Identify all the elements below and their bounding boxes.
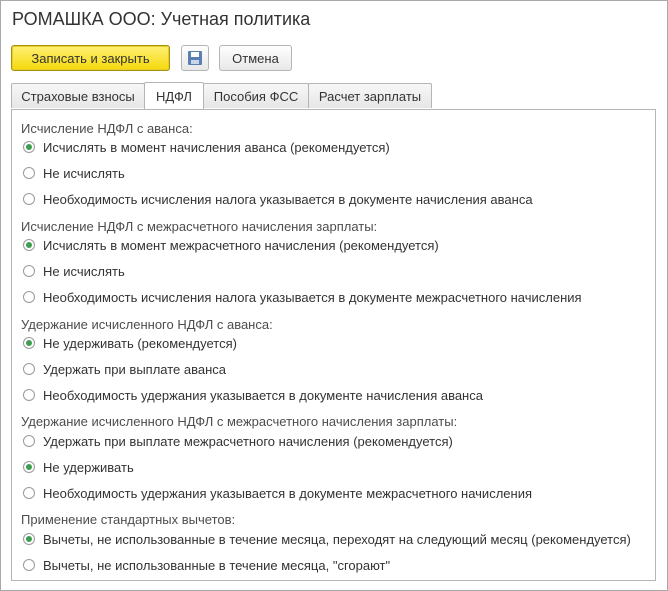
group-label-ndfl-advance-calc: Исчисление НДФЛ с аванса: (21, 121, 193, 136)
radio-option[interactable]: Не исчислять (23, 165, 125, 181)
save-button[interactable] (181, 45, 209, 71)
cancel-button[interactable]: Отмена (219, 45, 292, 71)
radio-option[interactable]: Необходимость удержания указывается в до… (23, 387, 483, 403)
radio-label: Необходимость удержания указывается в до… (43, 485, 532, 501)
radio-label: Вычеты, не использованные в течение меся… (43, 531, 631, 547)
radio-label: Исчислять в момент начисления аванса (ре… (43, 139, 390, 155)
radio-label: Не удерживать (рекомендуется) (43, 335, 237, 351)
tab-fss-benefits[interactable]: Пособия ФСС (203, 83, 309, 108)
radio-label: Не исчислять (43, 263, 125, 279)
tab-ndfl[interactable]: НДФЛ (144, 82, 204, 109)
window-title: РОМАШКА ООО: Учетная политика (12, 9, 311, 29)
radio-label: Необходимость удержания указывается в до… (43, 387, 483, 403)
radio-option[interactable]: Не удерживать (23, 459, 134, 475)
radio-button[interactable] (23, 389, 35, 401)
radio-button[interactable] (23, 533, 35, 545)
group-label-ndfl-interim-calc: Исчисление НДФЛ с межрасчетного начислен… (21, 219, 378, 234)
radio-button[interactable] (23, 559, 35, 571)
radio-label: Удержать при выплате аванса (43, 361, 227, 377)
radio-label: Вычеты, не использованные в течение меся… (43, 557, 391, 573)
group-label-ndfl-advance-withholding: Удержание исчисленного НДФЛ с аванса: (21, 317, 273, 332)
floppy-disk-icon (188, 51, 202, 65)
radio-label: Исчислять в момент межрасчетного начисле… (43, 237, 439, 253)
radio-button[interactable] (23, 141, 35, 153)
radio-option[interactable]: Необходимость исчисления налога указывае… (23, 289, 582, 305)
radio-label: Не исчислять (43, 165, 125, 181)
radio-label: Необходимость исчисления налога указывае… (43, 289, 582, 305)
radio-button[interactable] (23, 193, 35, 205)
tab-insurance-contributions[interactable]: Страховые взносы (11, 83, 145, 108)
radio-button[interactable] (23, 265, 35, 277)
radio-label: Удержать при выплате межрасчетного начис… (43, 433, 453, 449)
radio-option[interactable]: Удержать при выплате аванса (23, 361, 226, 377)
radio-option[interactable]: Не исчислять (23, 263, 125, 279)
radio-button[interactable] (23, 167, 35, 179)
radio-option[interactable]: Исчислять в момент начисления аванса (ре… (23, 139, 390, 155)
radio-label: Не удерживать (43, 459, 134, 475)
radio-option[interactable]: Исчислять в момент межрасчетного начисле… (23, 237, 439, 253)
radio-button[interactable] (23, 461, 35, 473)
radio-button[interactable] (23, 363, 35, 375)
radio-option[interactable]: Удержать при выплате межрасчетного начис… (23, 433, 453, 449)
radio-option[interactable]: Необходимость удержания указывается в до… (23, 485, 532, 501)
radio-option[interactable]: Не удерживать (рекомендуется) (23, 335, 237, 351)
radio-button[interactable] (23, 239, 35, 251)
radio-button[interactable] (23, 487, 35, 499)
radio-button[interactable] (23, 337, 35, 349)
radio-option[interactable]: Вычеты, не использованные в течение меся… (23, 531, 631, 547)
policy-window: РОМАШКА ООО: Учетная политика Записать и… (0, 0, 668, 591)
save-and-close-button[interactable]: Записать и закрыть (11, 45, 170, 71)
tab-payroll-calculation[interactable]: Расчет зарплаты (308, 83, 432, 108)
group-label-standard-deductions: Применение стандартных вычетов: (21, 512, 236, 527)
radio-button[interactable] (23, 435, 35, 447)
radio-label: Необходимость исчисления налога указывае… (43, 191, 533, 207)
group-label-ndfl-interim-withholding: Удержание исчисленного НДФЛ с межрасчетн… (21, 414, 458, 429)
radio-option[interactable]: Вычеты, не использованные в течение меся… (23, 557, 390, 573)
radio-option[interactable]: Необходимость исчисления налога указывае… (23, 191, 533, 207)
radio-button[interactable] (23, 291, 35, 303)
